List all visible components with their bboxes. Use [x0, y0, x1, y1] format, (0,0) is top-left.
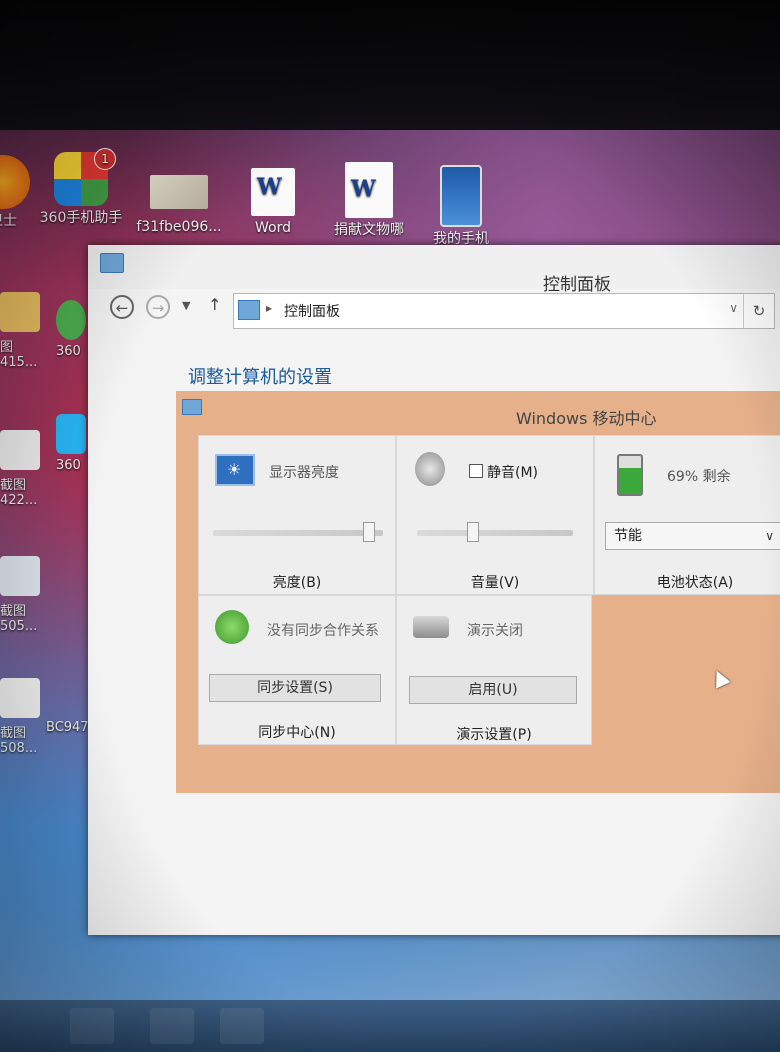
desktop-icon-word-document[interactable]: W 捐献文物哪 — [326, 162, 412, 239]
desktop-icon-label: 508... — [0, 741, 38, 756]
desktop-icon-bc947[interactable]: BC947 — [46, 720, 90, 735]
control-panel-window: 控制面板 ← → ▼ ↑ ▸ 控制面板 ∨ ↻ 调整计算机的设置 Windows… — [88, 245, 780, 935]
volume-label: 音量(V) — [470, 575, 520, 591]
desktop-icon-label: 360 — [56, 458, 81, 473]
sync-center-label: 同步中心(N) — [258, 725, 336, 741]
breadcrumb-separator-icon: ▸ — [266, 301, 273, 315]
navigation-bar: ← → ▼ ↑ ▸ 控制面板 ∨ ↻ — [98, 291, 778, 331]
brightness-slider[interactable] — [213, 522, 383, 542]
word-document-icon: W — [345, 162, 393, 218]
desktop-icon-word[interactable]: W Word — [230, 168, 316, 237]
mobility-center-icon — [182, 399, 202, 415]
speaker-icon — [415, 452, 445, 486]
battery-level-fill — [619, 467, 641, 494]
photo-scene: 卫士 1 360手机助手 f31fbe096... W Word W 捐献文物哪… — [0, 0, 780, 1052]
chevron-down-icon: ∨ — [765, 529, 774, 543]
sync-settings-button[interactable]: 同步设置(S) — [209, 674, 381, 702]
mute-checkbox-row[interactable]: 静音(M) — [469, 462, 538, 482]
desktop-icon-label: 360 — [56, 344, 81, 359]
desktop-icon-screenshot[interactable]: 截图 508... — [0, 678, 70, 756]
battery-icon — [617, 454, 643, 496]
brightness-label: 亮度(B) — [272, 575, 322, 591]
battery-tile: 69% 剩余 节能 ∨ 电池状态(A) — [594, 435, 780, 595]
refresh-icon[interactable]: ↻ — [743, 294, 774, 328]
taskbar-button[interactable] — [150, 1008, 194, 1044]
forward-button[interactable]: → — [146, 295, 170, 319]
360-safe-icon — [0, 155, 30, 209]
monitor-bezel — [0, 0, 780, 150]
desktop-icon-label: BC947 — [46, 720, 89, 735]
taskbar-button[interactable] — [220, 1008, 264, 1044]
sync-icon — [215, 610, 249, 644]
sync-status-text: 没有同步合作关系 — [267, 623, 379, 639]
desktop-icon-label: 422... — [0, 493, 38, 508]
desktop-icon-image-file[interactable]: f31fbe096... — [136, 175, 222, 236]
back-button[interactable]: ← — [110, 295, 134, 319]
desktop-icon-360-mobile[interactable]: 1 360手机助手 — [38, 148, 124, 227]
recent-pages-dropdown-icon[interactable]: ▼ — [182, 299, 190, 312]
brightness-slider-thumb[interactable] — [363, 522, 375, 542]
360-mobile-assistant-icon: 1 — [54, 148, 116, 206]
desktop-icon-screenshot[interactable]: 截图 505... — [0, 556, 70, 634]
desktop-icon-label: 360手机助手 — [39, 210, 123, 226]
presentation-tile: 演示关闭 启用(U) 演示设置(P) — [396, 595, 592, 745]
360-cloud-icon — [56, 414, 86, 454]
desktop-icon-360[interactable]: 360 — [56, 414, 90, 473]
volume-tile: 静音(M) 音量(V) — [396, 435, 594, 595]
my-phone-icon — [440, 165, 482, 227]
taskbar-button[interactable] — [70, 1008, 114, 1044]
control-panel-icon — [100, 253, 124, 273]
title-bar: 控制面板 — [88, 245, 780, 295]
notification-badge: 1 — [94, 148, 116, 170]
word-shortcut-icon: W — [251, 168, 295, 216]
battery-remaining-text: 69% 剩余 — [667, 469, 731, 485]
up-button[interactable]: ↑ — [208, 295, 221, 314]
desktop-icon-label: 卫士 — [0, 213, 17, 229]
brightness-tile: ☀ 显示器亮度 亮度(B) — [198, 435, 396, 595]
sync-center-tile: 没有同步合作关系 同步设置(S) 同步中心(N) — [198, 595, 396, 745]
address-bar[interactable]: ▸ 控制面板 ∨ ↻ — [233, 293, 775, 329]
projector-icon — [413, 616, 449, 638]
volume-slider[interactable] — [417, 522, 573, 542]
volume-slider-thumb[interactable] — [467, 522, 479, 542]
desktop-icon-label: Word — [255, 220, 291, 236]
power-plan-select[interactable]: 节能 ∨ — [605, 522, 780, 550]
mute-label: 静音(M) — [487, 465, 539, 481]
mute-checkbox[interactable] — [469, 464, 483, 478]
power-plan-value: 节能 — [614, 528, 642, 544]
control-panel-icon — [238, 300, 260, 320]
desktop-icon-label: f31fbe096... — [136, 219, 222, 235]
image-file-icon — [150, 175, 208, 209]
mobility-title-bar: Windows 移动中心 — [176, 391, 780, 433]
taskbar — [0, 1000, 780, 1052]
mobility-title: Windows 移动中心 — [516, 409, 657, 428]
desktop-icon-label: 截图 — [0, 604, 27, 619]
desktop-icon-my-phone[interactable]: 我的手机 — [418, 165, 504, 248]
presentation-enable-button[interactable]: 启用(U) — [409, 676, 577, 704]
breadcrumb[interactable]: 控制面板 — [284, 301, 340, 321]
desktop-icon-label: 捐献文物哪 — [334, 222, 404, 238]
brightness-text: 显示器亮度 — [269, 465, 339, 481]
presentation-settings-label: 演示设置(P) — [456, 727, 532, 743]
mobility-center-window: Windows 移动中心 ☀ 显示器亮度 亮度(B) 静音(M) 音量(V) 6… — [176, 391, 780, 793]
image-file-icon — [0, 292, 40, 332]
image-file-icon — [0, 430, 40, 470]
360-browser-icon — [56, 300, 86, 340]
battery-status-label: 电池状态(A) — [656, 575, 734, 591]
image-file-icon — [0, 556, 40, 596]
desktop-icon-360[interactable]: 360 — [56, 300, 90, 359]
address-dropdown-icon[interactable]: ∨ — [729, 301, 738, 315]
presentation-status-text: 演示关闭 — [467, 623, 523, 639]
page-heading: 调整计算机的设置 — [188, 367, 332, 388]
display-brightness-icon: ☀ — [215, 454, 255, 486]
desktop-icon-label: 505... — [0, 619, 38, 634]
desktop-icon-label: 截图 — [0, 478, 27, 493]
image-file-icon — [0, 678, 40, 718]
